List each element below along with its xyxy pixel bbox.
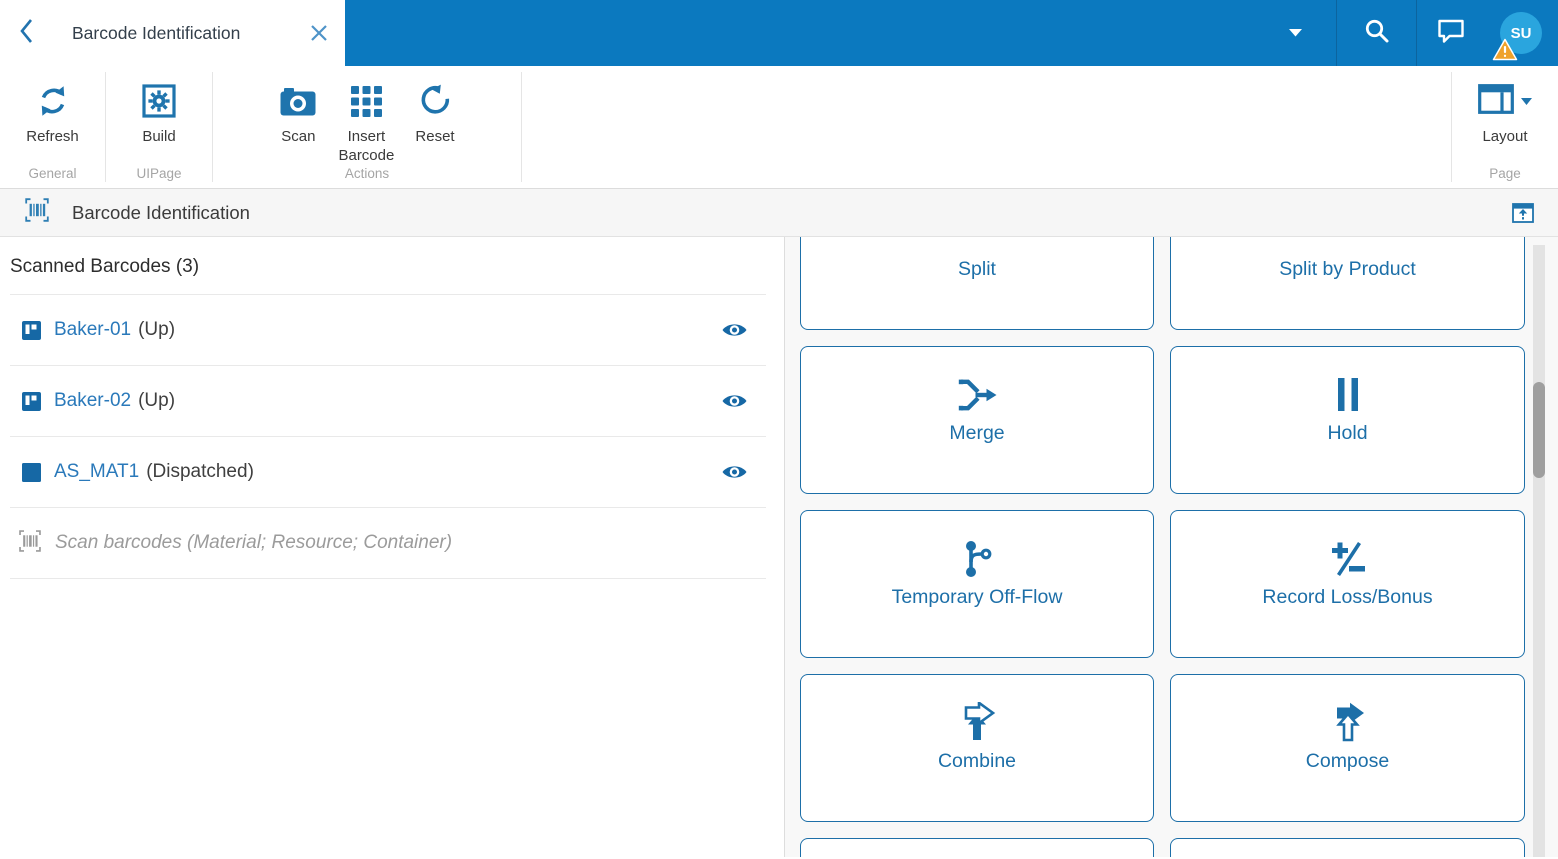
resource-icon [22, 320, 41, 340]
action-label: Hold [1327, 422, 1368, 444]
action-button-partial[interactable] [800, 838, 1154, 857]
close-tab-button[interactable] [303, 17, 335, 49]
grid-dots-icon [350, 79, 383, 123]
build-label: Build [142, 128, 176, 145]
reset-icon [418, 79, 452, 123]
page-title-bar: Barcode Identification [0, 189, 1558, 237]
reset-label: Reset [415, 128, 455, 145]
action-merge-button[interactable]: Merge [800, 346, 1154, 494]
combine-arrows-icon [954, 699, 1000, 747]
back-chevron-icon [18, 17, 34, 50]
scrollbar-track[interactable] [1533, 245, 1545, 857]
eye-icon [722, 324, 747, 336]
action-button-partial[interactable] [1170, 838, 1525, 857]
list-item: AS_MAT1 (Dispatched) [0, 437, 784, 507]
header-dropdown-button[interactable] [1254, 0, 1336, 66]
action-label: Record Loss/Bonus [1262, 586, 1433, 608]
barcode-link[interactable]: Baker-02 [54, 390, 131, 412]
divider [10, 578, 766, 579]
action-label: Compose [1305, 750, 1390, 772]
status-text: (Up) [138, 319, 176, 340]
resource-icon [22, 391, 41, 411]
warning-icon [1492, 38, 1518, 61]
content-area: Scanned Barcodes (3) Baker-01 (Up) Baker… [0, 237, 1558, 857]
tab-title: Barcode Identification [72, 22, 241, 43]
ribbon-toolbar: Refresh General Build UIPage Scan Insert… [0, 66, 1558, 189]
expand-page-button[interactable] [1512, 202, 1534, 223]
view-details-button[interactable] [721, 463, 748, 481]
app-header-bar: SU [345, 0, 1558, 66]
plus-minus-icon [1328, 535, 1368, 583]
group-label-page: Page [1489, 166, 1521, 181]
list-item: Baker-02 (Up) [0, 366, 784, 436]
action-label: Temporary Off-Flow [891, 586, 1063, 608]
compose-arrows-icon [1325, 699, 1371, 747]
top-bar: Barcode Identification SU [0, 0, 1558, 66]
action-label: Merge [949, 422, 1005, 444]
search-icon [1363, 17, 1390, 49]
action-record-loss-bonus-button[interactable]: Record Loss/Bonus [1170, 510, 1525, 658]
view-details-button[interactable] [721, 392, 748, 410]
insert-barcode-label: Insert Barcode [338, 128, 395, 164]
layout-label: Layout [1482, 128, 1528, 145]
chevron-down-icon [1521, 92, 1532, 110]
action-compose-button[interactable]: Compose [1170, 674, 1525, 822]
actions-panel: Split Split by Product Merge Hold Tempor… [784, 237, 1558, 857]
action-label: Split [958, 258, 996, 280]
search-button[interactable] [1337, 0, 1416, 66]
user-menu-button[interactable]: SU [1484, 0, 1558, 66]
page-title: Barcode Identification [72, 201, 250, 223]
list-item: Baker-01 (Up) [0, 295, 784, 365]
ribbon-group-uipage: Build UIPage [106, 66, 212, 188]
barcode-link[interactable]: AS_MAT1 [54, 461, 139, 483]
refresh-label: Refresh [26, 128, 79, 145]
scan-label: Scan [281, 128, 316, 145]
barcode-icon [18, 529, 42, 558]
ribbon-group-page: Layout Page [1452, 66, 1558, 188]
pause-icon [1334, 371, 1362, 419]
back-button[interactable] [0, 0, 52, 66]
action-split-button[interactable]: Split [800, 237, 1154, 330]
action-label: Split by Product [1279, 258, 1416, 280]
status-text: (Up) [138, 390, 176, 411]
layout-icon [1478, 83, 1514, 119]
actions-grid: Split Split by Product Merge Hold Tempor… [800, 237, 1558, 857]
scan-barcodes-input[interactable] [55, 532, 766, 554]
action-combine-button[interactable]: Combine [800, 674, 1154, 822]
action-split-by-product-button[interactable]: Split by Product [1170, 237, 1525, 330]
material-icon [22, 462, 41, 482]
messages-button[interactable] [1417, 0, 1484, 66]
chat-icon [1437, 18, 1465, 49]
action-hold-button[interactable]: Hold [1170, 346, 1525, 494]
group-label-uipage: UIPage [136, 166, 182, 181]
scrollbar-thumb[interactable] [1533, 382, 1545, 478]
refresh-icon [35, 79, 71, 123]
scanned-barcodes-header: Scanned Barcodes (3) [10, 256, 200, 277]
tab-strip: Barcode Identification [0, 0, 345, 66]
camera-icon [279, 79, 317, 123]
ribbon-group-actions: Scan Insert Barcode Reset Actions [213, 66, 521, 188]
chevron-down-icon [1288, 24, 1303, 42]
action-label: Combine [937, 750, 1017, 772]
ribbon-spacer [522, 66, 1451, 188]
barcode-icon [24, 197, 50, 228]
action-temporary-off-flow-button[interactable]: Temporary Off-Flow [800, 510, 1154, 658]
barcode-link[interactable]: Baker-01 [54, 319, 131, 341]
build-gear-icon [142, 79, 176, 123]
group-label-general: General [28, 166, 77, 181]
scanned-barcodes-panel: Scanned Barcodes (3) Baker-01 (Up) Baker… [0, 237, 784, 857]
scan-barcodes-field [0, 508, 784, 578]
branch-icon [956, 535, 998, 583]
eye-icon [722, 466, 747, 478]
group-label-actions: Actions [344, 166, 390, 181]
expand-window-icon [1512, 202, 1534, 223]
merge-icon [954, 371, 1000, 419]
view-details-button[interactable] [721, 321, 748, 339]
ribbon-group-general: Refresh General [0, 66, 105, 188]
status-text: (Dispatched) [146, 461, 254, 482]
close-icon [311, 25, 327, 41]
tab-barcode-identification[interactable]: Barcode Identification [52, 0, 345, 66]
eye-icon [722, 395, 747, 407]
